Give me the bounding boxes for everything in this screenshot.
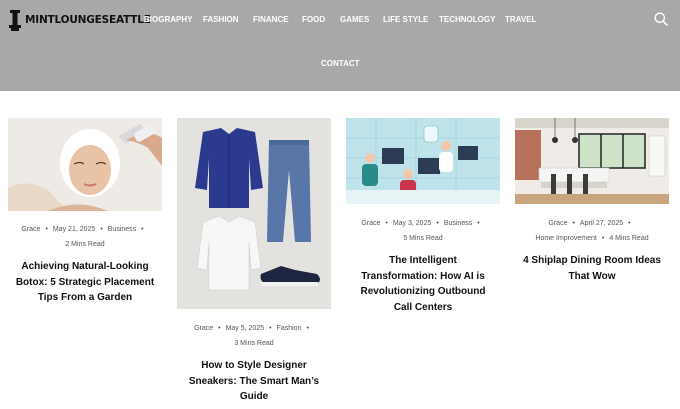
post-author[interactable]: Grace	[548, 220, 567, 227]
post-date: April 27, 2025	[579, 220, 624, 227]
post-thumbnail[interactable]	[346, 118, 500, 204]
post-card: Grace • May 3, 2025 • Business • 5 Mins Read …	[346, 118, 500, 315]
post-card: Grace • April 27, 2025 • Home Improvement • 4…	[515, 118, 669, 284]
post-date: May 5, 2025	[225, 325, 265, 332]
post-read-time: 4 Mins Read	[609, 235, 649, 242]
nav-item-life-style[interactable]: LIFE STYLE	[383, 15, 428, 24]
post-meta: Grace • April 27, 2025 • Home Improvement • 4…	[535, 220, 649, 242]
post-title[interactable]: 4 Shiplap Dining Room Ideas That Wow	[515, 253, 669, 284]
main-nav: BIOGRAPHY FASHION FINANCE FOOD GAMES LIF…	[0, 15, 680, 27]
nav-item-fashion[interactable]: FASHION	[203, 15, 239, 24]
post-meta: Grace • May 21, 2025 • Business • 2 Mins Read	[21, 226, 144, 248]
post-title[interactable]: Achieving Natural-Looking Botox: 5 Strat…	[8, 259, 162, 306]
nav-item-food[interactable]: FOOD	[302, 15, 325, 24]
post-read-time: 5 Mins Read	[403, 235, 443, 242]
post-author[interactable]: Grace	[21, 226, 40, 233]
nav-item-biography[interactable]: BIOGRAPHY	[144, 15, 192, 24]
post-meta: Grace • May 3, 2025 • Business • 5 Mins Read	[361, 220, 480, 242]
site-header: MINTLOUNGESEATTLE BIOGRAPHY FASHION FINA…	[0, 0, 680, 91]
post-thumbnail[interactable]	[8, 118, 162, 211]
post-category[interactable]: Home Improvement	[535, 235, 596, 242]
nav-item-contact[interactable]: CONTACT	[321, 59, 360, 68]
post-date: May 21, 2025	[52, 226, 96, 233]
nav-item-technology[interactable]: TECHNOLOGY	[439, 15, 495, 24]
post-category[interactable]: Business	[108, 226, 136, 233]
post-read-time: 2 Mins Read	[65, 241, 105, 248]
post-author[interactable]: Grace	[194, 325, 213, 332]
search-icon[interactable]	[654, 12, 668, 26]
post-thumbnail[interactable]	[177, 118, 331, 309]
post-read-time: 3 Mins Read	[234, 340, 274, 347]
post-card: Grace • May 5, 2025 • Fashion • 3 Mins Read H…	[177, 118, 331, 405]
post-meta: Grace • May 5, 2025 • Fashion • 3 Mins Read	[194, 325, 309, 347]
post-card: Grace • May 21, 2025 • Business • 2 Mins Read…	[8, 118, 162, 306]
nav-item-travel[interactable]: TRAVEL	[505, 15, 536, 24]
post-thumbnail[interactable]	[515, 118, 669, 204]
post-title[interactable]: How to Style Designer Sneakers: The Smar…	[177, 358, 331, 405]
nav-item-games[interactable]: GAMES	[340, 15, 369, 24]
post-date: May 3, 2025	[392, 220, 432, 227]
nav-item-finance[interactable]: FINANCE	[253, 15, 289, 24]
post-author[interactable]: Grace	[361, 220, 380, 227]
post-category[interactable]: Business	[444, 220, 472, 227]
post-category[interactable]: Fashion	[277, 325, 302, 332]
post-title[interactable]: The Intelligent Transformation: How AI i…	[346, 253, 500, 315]
